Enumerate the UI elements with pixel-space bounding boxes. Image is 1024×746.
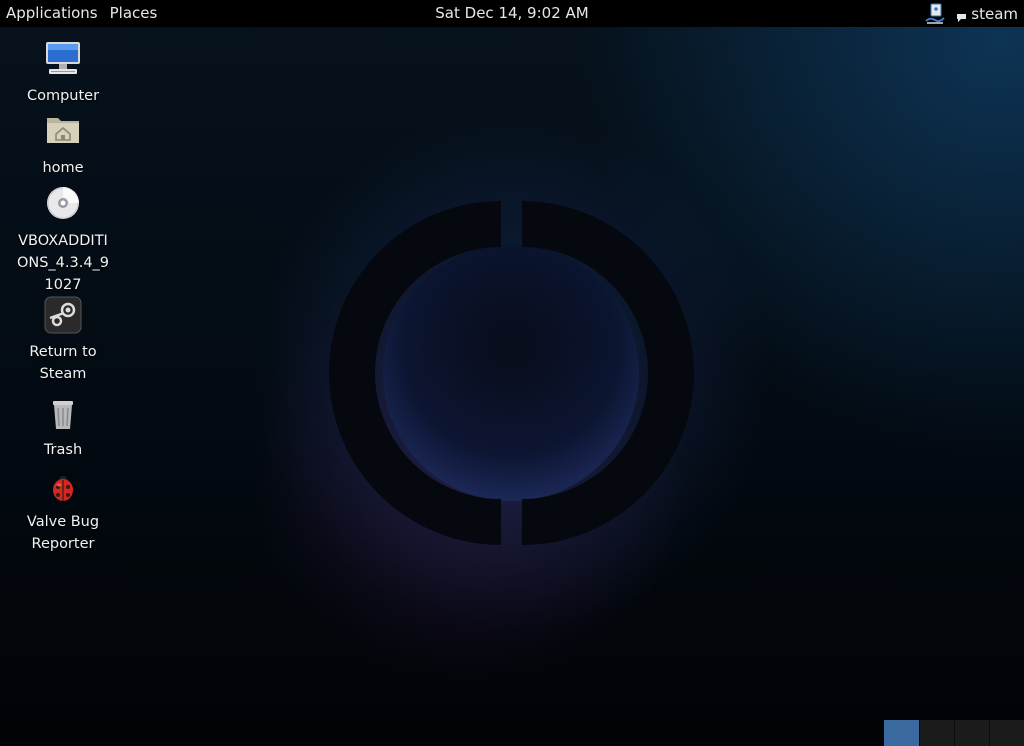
system-tray: steam xyxy=(924,0,1018,27)
user-menu[interactable]: steam xyxy=(956,5,1018,23)
steam-icon xyxy=(8,296,118,341)
desktop-icon-return-to-steam[interactable]: Return to Steam xyxy=(8,296,118,385)
top-panel: Applications Places Sat Dec 14, 9:02 AM … xyxy=(0,0,1024,27)
workspace-switcher xyxy=(884,720,1024,746)
desktop-icon-valve-bug-reporter[interactable]: Valve Bug Reporter xyxy=(8,472,118,555)
places-menu[interactable]: Places xyxy=(104,0,164,27)
desktop-icon-computer[interactable]: Computer xyxy=(8,38,118,107)
workspace-2[interactable] xyxy=(919,720,954,746)
chat-icon xyxy=(956,9,967,22)
desktop-icon-label: home xyxy=(42,160,84,176)
desktop-icon-label: Computer xyxy=(26,88,100,104)
desktop-icon-label: Valve Bug Reporter xyxy=(26,514,100,552)
desktop-icon-vboxadditions[interactable]: VBOXADDITIONS_4.3.4_91027 xyxy=(8,183,118,296)
accessibility-icon[interactable] xyxy=(924,3,946,25)
applications-menu[interactable]: Applications xyxy=(0,0,104,27)
workspace-3[interactable] xyxy=(954,720,989,746)
trash-icon xyxy=(8,396,118,439)
desktop-icon-trash[interactable]: Trash xyxy=(8,396,118,461)
cd-disc-icon xyxy=(8,183,118,230)
clock-button[interactable]: Sat Dec 14, 9:02 AM xyxy=(435,4,588,22)
desktop-icon-label: VBOXADDITIONS_4.3.4_91027 xyxy=(16,233,110,293)
folder-home-icon xyxy=(8,110,118,157)
desktop-icon-label: Return to Steam xyxy=(29,344,97,382)
computer-icon xyxy=(8,38,118,85)
wallpaper-ring-logo xyxy=(329,201,694,545)
desktop-icon-home[interactable]: home xyxy=(8,110,118,179)
desktop-icon-label: Trash xyxy=(43,442,83,458)
workspace-4[interactable] xyxy=(989,720,1024,746)
workspace-1[interactable] xyxy=(884,720,919,746)
desktop-background[interactable] xyxy=(0,0,1024,746)
ladybug-icon xyxy=(8,472,118,511)
user-name: steam xyxy=(971,4,1018,23)
